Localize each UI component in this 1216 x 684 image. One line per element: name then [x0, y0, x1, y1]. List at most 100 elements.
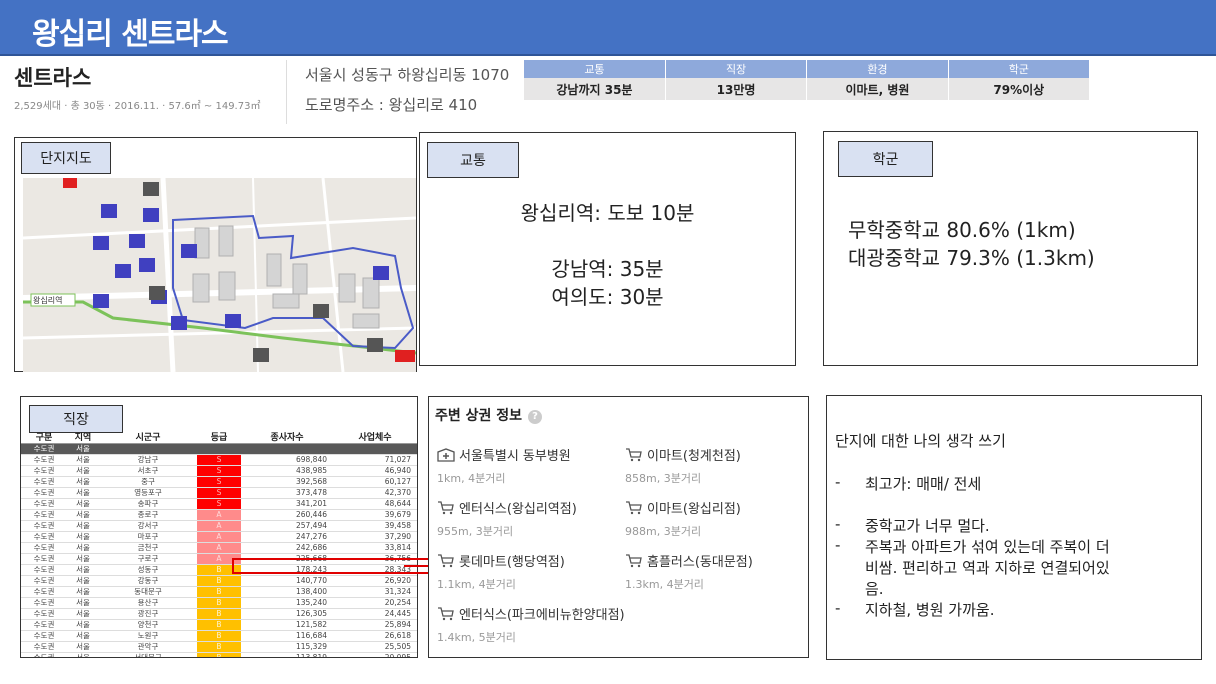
table-row: 수도권 서울 서초구 S 438,985 46,940	[21, 465, 417, 477]
notes-title: 단지에 대한 나의 생각 쓰기	[835, 432, 1006, 450]
notes-line-4: 비쌈. 편리하고 역과 지하로 연결되어있	[865, 559, 1110, 577]
work-cell: 20,095	[333, 652, 417, 657]
work-cell: B	[197, 597, 241, 609]
table-row: 수도권 서울	[21, 443, 417, 455]
summary-value-transport: 강남까지 35분	[524, 78, 666, 100]
store-item[interactable]: 엔터식스(파크에비뉴한양대점) 1.4km, 5분거리	[437, 604, 737, 645]
work-cell: 서울	[67, 454, 99, 466]
store-item[interactable]: 서울특별시 동부병원 1km, 4분거리	[437, 445, 627, 486]
work-cell: 구로구	[99, 553, 197, 565]
school-line-1: 무학중학교 80.6% (1km)	[848, 218, 1076, 242]
work-cell: 42,370	[333, 487, 417, 499]
map-svg: 왕십리역	[23, 178, 416, 372]
summary-header-transport: 교통	[524, 60, 666, 78]
store-name: 홈플러스(동대문점)	[625, 551, 815, 570]
work-col-grade: 등급	[197, 433, 241, 444]
store-item[interactable]: 이마트(왕십리점) 988m, 3분거리	[625, 498, 815, 539]
work-tag: 직장	[29, 405, 123, 433]
table-row: 수도권 서울 양천구 B 121,582 25,894	[21, 619, 417, 631]
work-cell: 종로구	[99, 509, 197, 521]
table-row: 수도권 서울 종로구 A 260,446 39,679	[21, 509, 417, 521]
table-row: 수도권 서울 영등포구 S 373,478 42,370	[21, 487, 417, 499]
work-cell: 마포구	[99, 531, 197, 543]
store-distance: 1.3km, 4분거리	[625, 578, 704, 591]
table-row: 수도권 서울 관악구 B 115,329 25,505	[21, 641, 417, 653]
work-cell: 수도권	[21, 553, 67, 565]
work-cell: 257,494	[241, 520, 333, 532]
work-cell: 126,305	[241, 608, 333, 620]
map-panel: 단지지도 왕십리역	[14, 137, 417, 372]
cart-icon	[626, 554, 642, 568]
work-cell: 수도권	[21, 586, 67, 598]
work-cell	[197, 443, 241, 455]
notes-panel: 단지에 대한 나의 생각 쓰기 - 최고가: 매매/ 전세 - 중학교가 너무 …	[826, 395, 1202, 660]
notes-line-1: 최고가: 매매/ 전세	[865, 475, 982, 493]
summary-value-environment: 이마트, 병원	[806, 78, 949, 100]
cart-icon	[438, 501, 454, 515]
work-cell: 강서구	[99, 520, 197, 532]
work-cell: 260,446	[241, 509, 333, 521]
work-cell: A	[197, 542, 241, 554]
store-item[interactable]: 홈플러스(동대문점) 1.3km, 4분거리	[625, 551, 815, 592]
work-cell: 관악구	[99, 641, 197, 653]
divider	[286, 60, 287, 124]
work-cell: 서울	[67, 509, 99, 521]
work-cell: A	[197, 520, 241, 532]
work-cell: 수도권	[21, 531, 67, 543]
table-row: 수도권 서울 송파구 S 341,201 48,644	[21, 498, 417, 510]
store-name: 서울특별시 동부병원	[437, 445, 627, 464]
work-cell: 수도권	[21, 542, 67, 554]
work-cell: 수도권	[21, 487, 67, 499]
table-row: 수도권 서울 중구 S 392,568 60,127	[21, 476, 417, 488]
table-row: 수도권 서울 노원구 B 116,684 26,618	[21, 630, 417, 642]
store-name: 이마트(왕십리점)	[625, 498, 815, 517]
store-name: 엔터식스(파크에비뉴한양대점)	[437, 604, 737, 623]
cart-icon	[438, 554, 454, 568]
work-cell: 광진구	[99, 608, 197, 620]
summary-value-school: 79%이상	[948, 78, 1091, 100]
work-cell: 서울	[67, 597, 99, 609]
transport-line-3: 여의도: 30분	[551, 285, 664, 309]
complex-name: 센트라스	[14, 66, 92, 90]
work-cell	[241, 443, 333, 455]
map-tag: 단지지도	[21, 142, 111, 174]
work-cell: 수도권	[21, 498, 67, 510]
question-circle-icon[interactable]: ?	[528, 410, 543, 424]
work-cell: 수도권	[21, 520, 67, 532]
store-name: 엔터식스(왕십리역점)	[437, 498, 627, 517]
transport-tag: 교통	[427, 142, 519, 178]
work-cell: 수도권	[21, 476, 67, 488]
work-cell: 48,644	[333, 498, 417, 510]
store-item[interactable]: 이마트(청계천점) 858m, 3분거리	[625, 445, 815, 486]
store-item[interactable]: 엔터식스(왕십리역점) 955m, 3분거리	[437, 498, 627, 539]
store-distance: 1km, 4분거리	[437, 472, 506, 485]
work-cell: 서울	[67, 487, 99, 499]
work-cell: 115,329	[241, 641, 333, 653]
work-table: 구분 지역 시군구 등급 종사자수 사업체수 수도권 서울 수도권 서울 강남구 S 6…	[21, 433, 417, 657]
work-cell: 강동구	[99, 575, 197, 587]
work-cell: 서울	[67, 630, 99, 642]
table-row: 수도권 서울 강동구 B 140,770 26,920	[21, 575, 417, 587]
work-cell: 서울	[67, 520, 99, 532]
work-cell: S	[197, 465, 241, 477]
store-name: 이마트(청계천점)	[625, 445, 815, 464]
work-cell: 서울	[67, 619, 99, 631]
work-cell: 71,027	[333, 454, 417, 466]
work-cell: 서울	[67, 586, 99, 598]
complex-meta: 2,529세대 · 총 30동 · 2016.11. · 57.6㎡ ~ 149…	[14, 101, 261, 112]
cart-icon	[438, 607, 454, 621]
work-cell: 20,254	[333, 597, 417, 609]
work-cell: 수도권	[21, 630, 67, 642]
store-item[interactable]: 롯데마트(행당역점) 1.1km, 4분거리	[437, 551, 627, 592]
work-cell: 25,505	[333, 641, 417, 653]
work-col-businesses: 사업체수	[333, 433, 417, 444]
work-cell: B	[197, 608, 241, 620]
school-tag: 학군	[838, 141, 933, 177]
store-name: 롯데마트(행당역점)	[437, 551, 627, 570]
complex-map[interactable]: 왕십리역	[23, 178, 416, 372]
work-cell: 수도권	[21, 597, 67, 609]
work-cell: 서울	[67, 564, 99, 576]
store-distance: 1.1km, 4분거리	[437, 578, 516, 591]
work-cell: 동대문구	[99, 586, 197, 598]
table-row: 수도권 서울 동대문구 B 138,400 31,324	[21, 586, 417, 598]
